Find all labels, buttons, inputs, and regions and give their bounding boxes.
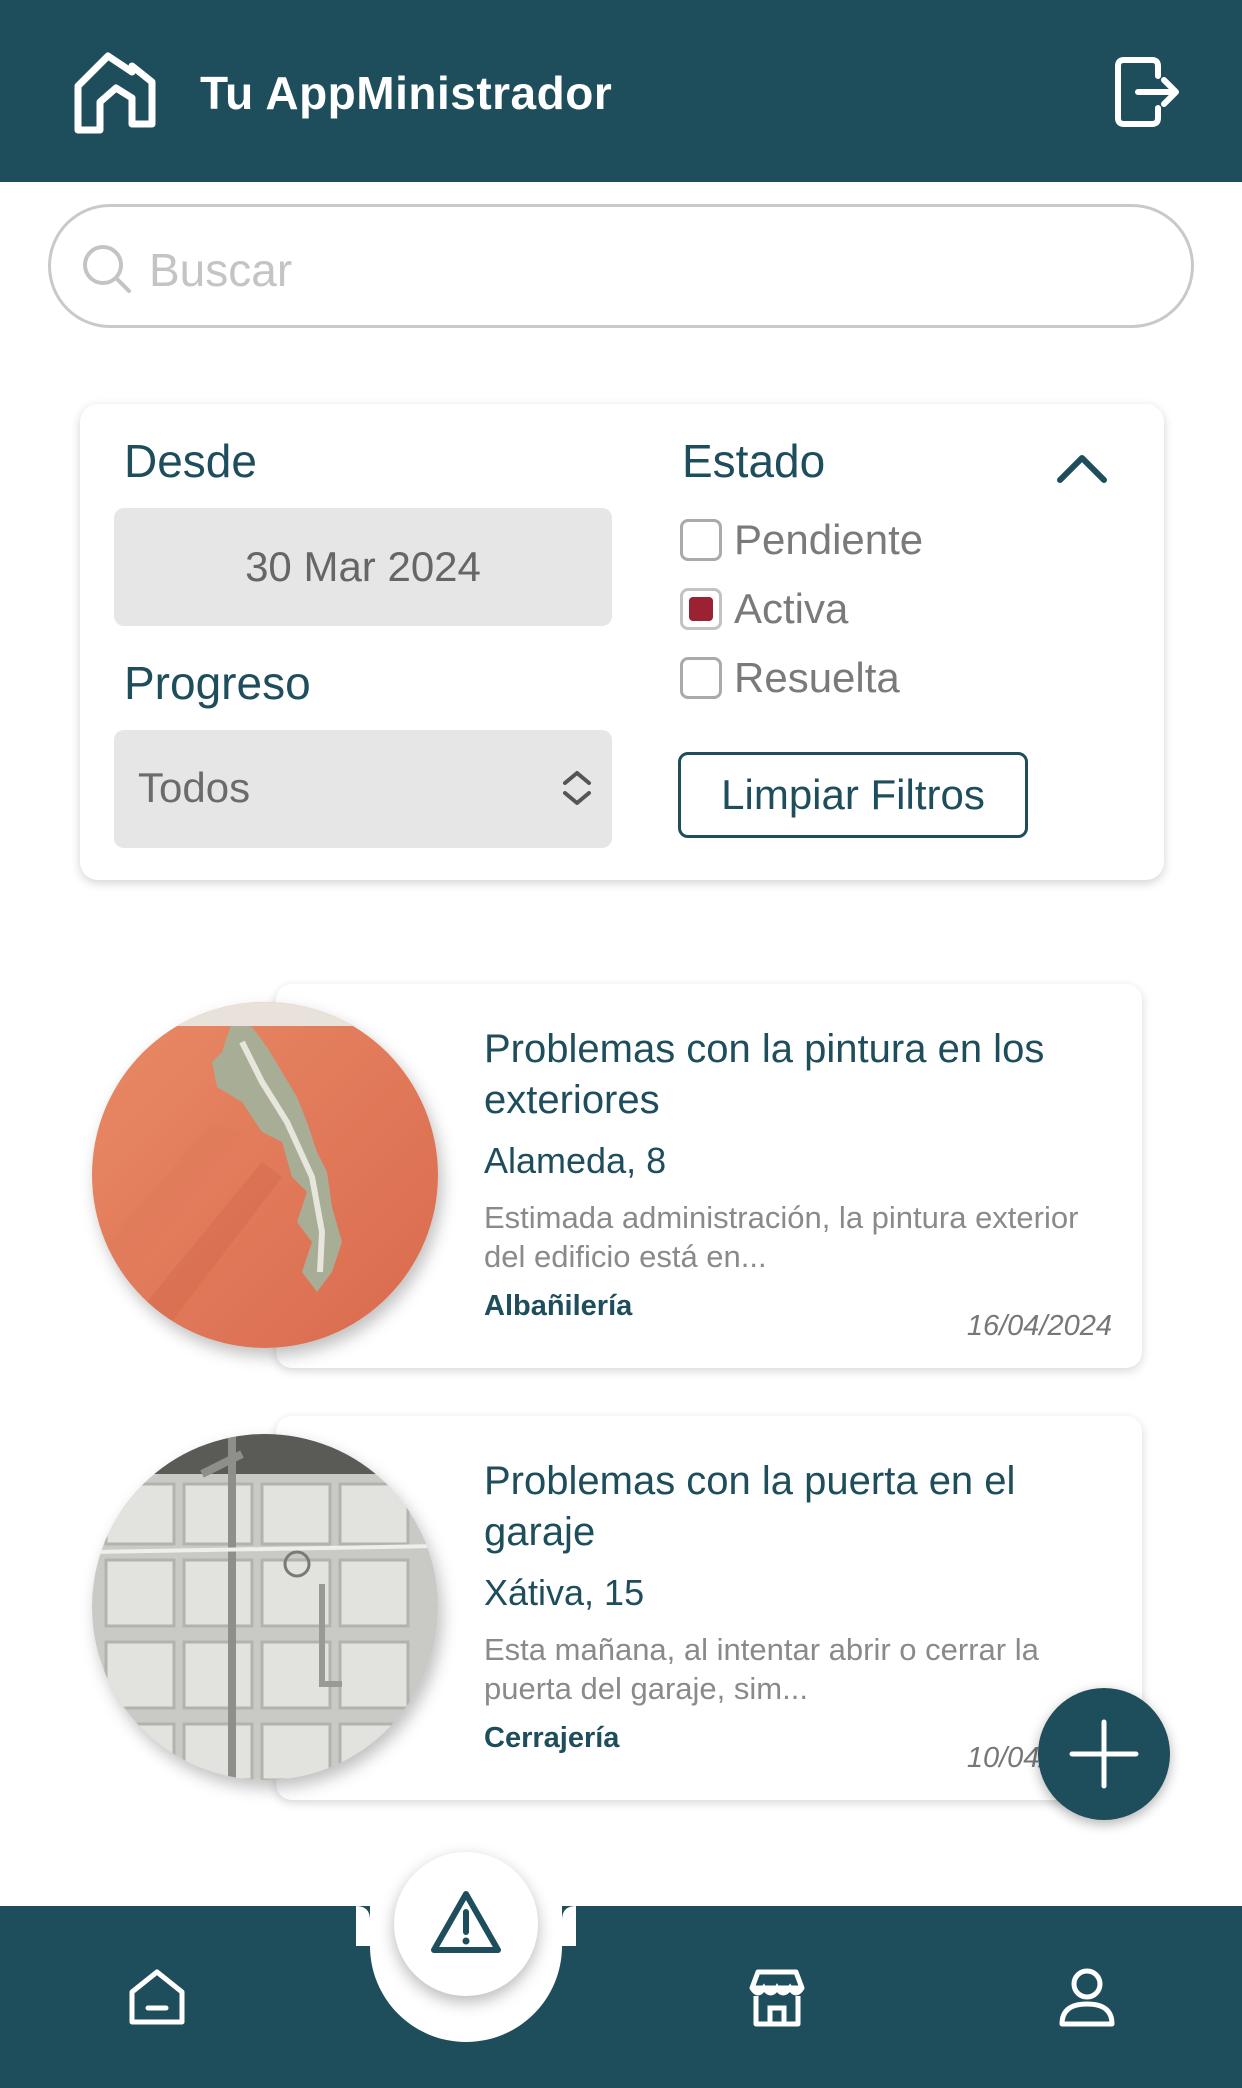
select-chevrons-icon	[563, 771, 591, 805]
status-option-resuelta[interactable]: Resuelta	[680, 650, 900, 706]
incident-category: Albañilería	[484, 1290, 633, 1322]
search-icon	[83, 245, 131, 293]
progress-label: Progreso	[124, 657, 311, 709]
incident-address: Xátiva, 15	[484, 1572, 645, 1613]
alert-icon	[431, 1891, 501, 1953]
incident-card[interactable]: Problemas con la pintura en los exterior…	[92, 984, 1142, 1368]
incident-description: Estimada administración, la pintura exte…	[484, 1200, 1079, 1274]
from-date-field[interactable]: 30 Mar 2024	[114, 508, 612, 626]
incident-description: Esta mañana, al intentar abrir o cerrar …	[484, 1632, 1039, 1706]
garage-door-photo	[92, 1434, 438, 1780]
checkbox-label: Activa	[734, 585, 849, 632]
progress-select-value: Todos	[138, 764, 251, 811]
checkbox-label: Pendiente	[734, 516, 924, 563]
clear-filters-button[interactable]: Limpiar Filtros	[678, 752, 1028, 838]
nav-alerts-button[interactable]	[394, 1852, 538, 1996]
status-label: Estado	[682, 435, 826, 487]
store-icon[interactable]	[742, 1962, 812, 2032]
user-icon[interactable]	[1052, 1962, 1122, 2032]
add-incident-button[interactable]	[1038, 1688, 1170, 1820]
incident-title: Problemas con la pintura en los exterior…	[484, 1027, 1045, 1122]
incident-card[interactable]: Problemas con la puerta en el garaje Xát…	[92, 1416, 1142, 1800]
house-logo-icon	[74, 52, 156, 134]
search-placeholder: Buscar	[149, 244, 293, 296]
progress-select[interactable]: Todos	[114, 730, 612, 848]
checkbox-label: Resuelta	[734, 654, 900, 701]
app-title: Tu AppMinistrador	[200, 67, 613, 119]
incident-title: Problemas con la puerta en el garaje	[484, 1459, 1016, 1554]
checkbox-pendiente[interactable]	[680, 519, 722, 561]
chevron-up-icon[interactable]	[1052, 444, 1112, 490]
status-option-pendiente[interactable]: Pendiente	[680, 512, 923, 568]
logout-icon[interactable]	[1112, 52, 1182, 132]
plus-icon	[1069, 1719, 1139, 1789]
filter-panel: Desde 30 Mar 2024 Progreso Todos Estado …	[80, 404, 1164, 880]
home-icon[interactable]	[122, 1962, 192, 2032]
app-header: Tu AppMinistrador	[0, 0, 1242, 182]
incident-category: Cerrajería	[484, 1722, 620, 1754]
checkbox-resuelta[interactable]	[680, 657, 722, 699]
status-option-activa[interactable]: Activa	[680, 581, 848, 637]
incident-date: 16/04/2024	[966, 1310, 1112, 1342]
peeling-paint-photo	[92, 1002, 438, 1348]
checkbox-activa[interactable]	[680, 588, 722, 630]
incident-address: Alameda, 8	[484, 1140, 667, 1181]
from-label: Desde	[124, 435, 257, 487]
search-input[interactable]: Buscar	[48, 204, 1194, 328]
